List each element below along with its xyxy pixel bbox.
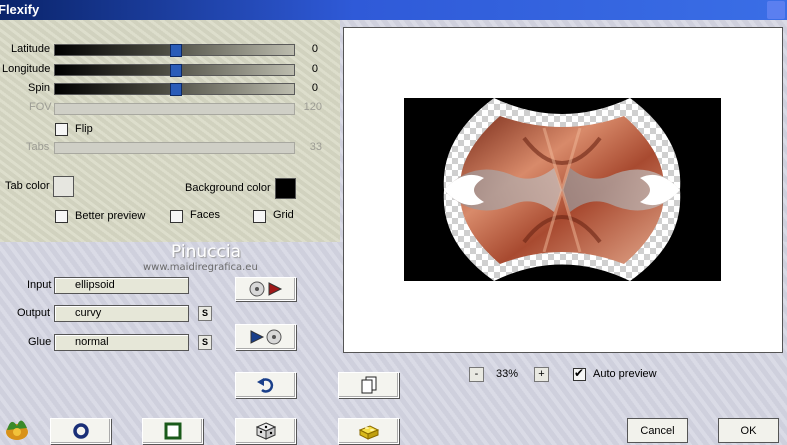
input-label: Input <box>27 279 52 291</box>
output-s-button[interactable]: S <box>198 306 212 321</box>
faces-label: Faces <box>190 209 220 221</box>
output-label: Output <box>17 307 51 319</box>
longitude-value: 0 <box>311 63 318 75</box>
dice-icon <box>255 422 276 440</box>
brick-icon <box>358 425 379 440</box>
glue-s-button[interactable]: S <box>198 335 212 350</box>
grid-label: Grid <box>273 209 294 221</box>
export-icon <box>250 329 281 345</box>
fov-value: 120 <box>303 101 322 113</box>
longitude-slider[interactable] <box>54 64 295 77</box>
logo-icon <box>6 420 28 440</box>
longitude-knob[interactable] <box>170 64 182 77</box>
background-color-swatch[interactable] <box>275 178 296 199</box>
fov-label: FOV <box>29 101 52 113</box>
tabs-value: 33 <box>309 141 322 153</box>
watermark-name: Pinuccia <box>171 242 241 262</box>
glue-value: normal <box>75 336 109 348</box>
square-button[interactable] <box>142 418 203 444</box>
cancel-button[interactable]: Cancel <box>627 418 688 443</box>
longitude-label: Longitude <box>2 63 51 75</box>
tab-color-label: Tab color <box>5 180 50 192</box>
square-icon <box>164 422 181 440</box>
latitude-value: 0 <box>311 43 318 55</box>
export-button[interactable] <box>235 324 296 350</box>
circle-button[interactable] <box>50 418 111 444</box>
tab-color-swatch[interactable] <box>53 176 74 197</box>
spin-slider[interactable] <box>54 83 295 96</box>
import-button[interactable] <box>235 277 296 301</box>
flip-label: Flip <box>75 123 93 135</box>
tabs-label: Tabs <box>26 141 50 153</box>
preset-button[interactable] <box>338 418 399 444</box>
import-icon <box>249 281 282 297</box>
faces-checkbox[interactable] <box>170 210 183 223</box>
close-button[interactable] <box>767 1 785 19</box>
auto-preview-checkbox[interactable] <box>573 366 586 381</box>
spin-label: Spin <box>28 82 51 94</box>
circle-icon <box>72 423 89 439</box>
better-preview-label: Better preview <box>75 210 146 222</box>
tabs-slider[interactable] <box>54 142 295 154</box>
preview-canvas[interactable] <box>343 27 783 353</box>
input-dropdown[interactable]: ellipsoid <box>54 277 189 294</box>
preview-image <box>404 98 721 281</box>
grid-checkbox[interactable] <box>253 210 266 223</box>
latitude-slider[interactable] <box>54 44 295 57</box>
flip-checkbox[interactable] <box>55 123 68 136</box>
random-button[interactable] <box>235 418 296 444</box>
latitude-knob[interactable] <box>170 44 182 57</box>
spin-value: 0 <box>311 82 318 94</box>
latitude-label: Latitude <box>11 43 51 55</box>
window-title: Flexify <box>0 2 40 17</box>
undo-button[interactable] <box>235 372 296 398</box>
title-bar: Flexify <box>0 0 787 20</box>
copy-button[interactable] <box>338 372 399 398</box>
zoom-out-button[interactable]: - <box>469 367 484 382</box>
fov-slider[interactable] <box>54 103 295 115</box>
background-color-label: Background color <box>185 182 271 194</box>
auto-preview-label: Auto preview <box>593 368 657 380</box>
watermark-url: www.maidiregrafica.eu <box>143 262 258 273</box>
zoom-in-button[interactable]: + <box>534 367 549 382</box>
output-value: curvy <box>75 307 102 319</box>
copy-icon <box>361 376 376 394</box>
spin-knob[interactable] <box>170 83 182 96</box>
output-dropdown[interactable]: curvy <box>54 305 189 322</box>
ok-button[interactable]: OK <box>718 418 779 443</box>
zoom-value: 33% <box>496 368 519 380</box>
better-preview-checkbox[interactable] <box>55 210 68 223</box>
undo-icon <box>256 378 273 393</box>
glue-dropdown[interactable]: normal <box>54 334 189 351</box>
input-value: ellipsoid <box>75 279 115 291</box>
glue-label: Glue <box>28 336 52 348</box>
